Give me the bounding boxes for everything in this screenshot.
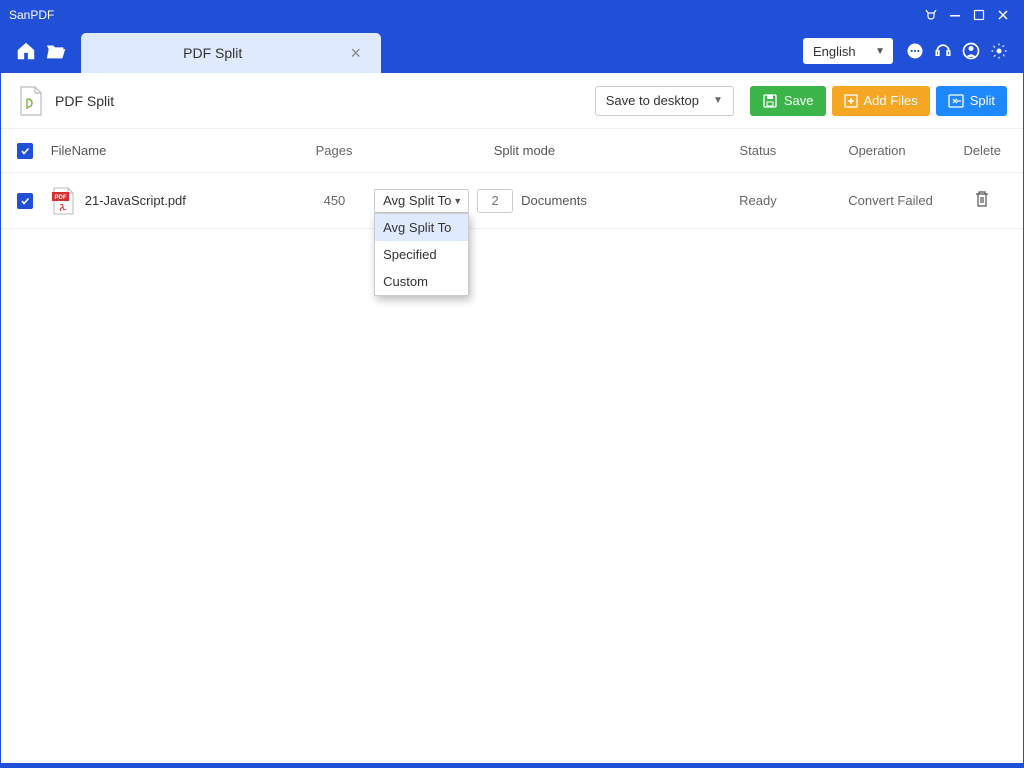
col-operation: Operation [848, 143, 957, 158]
support-icon[interactable] [929, 37, 957, 65]
dropdown-option-avg[interactable]: Avg Split To [375, 214, 468, 241]
save-location-dropdown[interactable]: Save to desktop ▼ [595, 86, 734, 116]
table-row: PDF 21-JavaScript.pdf 450 Avg Split To ▼… [1, 173, 1023, 229]
plus-icon [844, 94, 858, 108]
tab-pdf-split[interactable]: PDF Split × [81, 33, 381, 73]
col-split-mode: Split mode [374, 143, 740, 158]
split-mode-value: Avg Split To [383, 193, 451, 208]
save-icon [762, 93, 778, 109]
svg-text:PDF: PDF [54, 195, 66, 201]
select-all-checkbox[interactable] [17, 143, 33, 159]
pdf-file-icon: PDF [51, 187, 75, 215]
save-button[interactable]: Save [750, 86, 826, 116]
save-location-label: Save to desktop [606, 93, 699, 108]
row-checkbox[interactable] [17, 193, 33, 209]
col-filename: FileName [51, 143, 295, 158]
caret-down-icon: ▼ [875, 46, 885, 57]
titlebar: SanPDF [1, 1, 1023, 29]
tab-close-icon[interactable]: × [344, 43, 367, 64]
split-count-suffix: Documents [521, 193, 587, 208]
save-label: Save [784, 93, 814, 108]
caret-down-icon: ▼ [713, 95, 723, 106]
tab-label: PDF Split [81, 45, 344, 61]
footer-bar [1, 763, 1023, 767]
dropdown-option-custom[interactable]: Custom [375, 268, 468, 295]
add-files-button[interactable]: Add Files [832, 86, 930, 116]
trash-icon [974, 190, 990, 208]
table-header: FileName Pages Split mode Status Operati… [1, 129, 1023, 173]
feedback-icon[interactable] [901, 37, 929, 65]
toolbar: PDF Split Save to desktop ▼ Save Add Fil… [1, 73, 1023, 129]
row-filename: 21-JavaScript.pdf [85, 193, 186, 208]
split-button[interactable]: Split [936, 86, 1007, 116]
split-label: Split [970, 93, 995, 108]
col-delete: Delete [957, 143, 1007, 158]
maximize-button[interactable] [967, 3, 991, 27]
document-icon [17, 85, 45, 117]
minimize-button[interactable] [943, 3, 967, 27]
row-status: Ready [739, 193, 848, 208]
dropdown-option-specified[interactable]: Specified [375, 241, 468, 268]
split-mode-select[interactable]: Avg Split To ▼ [374, 189, 469, 213]
topbar: PDF Split × English ▼ [1, 29, 1023, 73]
page-title: PDF Split [55, 93, 114, 109]
close-button[interactable] [991, 3, 1015, 27]
settings-icon[interactable] [985, 37, 1013, 65]
app-title: SanPDF [9, 8, 919, 22]
add-files-label: Add Files [864, 93, 918, 108]
home-button[interactable] [11, 36, 41, 66]
delete-row-button[interactable] [974, 190, 990, 208]
split-count-input[interactable] [477, 189, 513, 213]
col-status: Status [739, 143, 848, 158]
language-selector[interactable]: English ▼ [803, 38, 893, 64]
language-value: English [813, 44, 856, 59]
row-pages: 450 [295, 193, 374, 208]
split-mode-dropdown-menu: Avg Split To Specified Custom [374, 213, 469, 296]
open-file-button[interactable] [41, 36, 71, 66]
row-operation: Convert Failed [848, 193, 957, 208]
theme-icon[interactable] [919, 3, 943, 27]
split-icon [948, 93, 964, 109]
account-icon[interactable] [957, 37, 985, 65]
caret-down-icon: ▼ [453, 196, 462, 206]
col-pages: Pages [294, 143, 373, 158]
